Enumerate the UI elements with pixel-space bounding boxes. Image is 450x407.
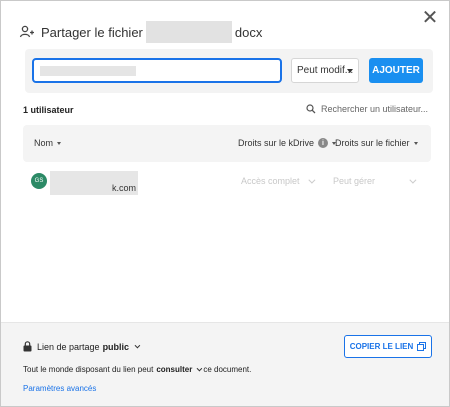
- title-prefix: Partager le fichier: [41, 24, 143, 40]
- desc-suffix: ce document.: [203, 365, 252, 374]
- search-placeholder: Rechercher un utilisateur...: [321, 104, 429, 114]
- role-select-value: Peut modif...: [297, 65, 354, 76]
- role-select[interactable]: Peut modif...: [291, 58, 359, 83]
- chevron-down-icon: [134, 342, 141, 348]
- col-file-label: Droits sur le fichier: [335, 138, 410, 148]
- close-icon[interactable]: ✕: [420, 8, 440, 28]
- copy-icon: [417, 342, 427, 351]
- chevron-down-icon: [409, 176, 417, 184]
- link-mode-selector[interactable]: Lien de partage public: [23, 341, 141, 352]
- chevron-down-icon: [196, 365, 203, 371]
- link-mode-value: public: [102, 341, 130, 352]
- user-email-suffix: k.com: [112, 183, 137, 193]
- avatar: GS: [31, 173, 47, 189]
- file-rights-value: Peut gérer: [333, 176, 376, 186]
- file-rights-select[interactable]: Peut gérer: [333, 176, 417, 186]
- table-header: Nom Droits sur le kDrive i Droits sur le…: [23, 125, 431, 162]
- kdrive-rights-value: Accès complet: [241, 176, 300, 186]
- users-share-icon: [19, 25, 34, 38]
- add-button[interactable]: AJOUTER: [369, 58, 423, 83]
- table-row: GS k.com Accès complet Peut gérer: [23, 168, 431, 198]
- lock-icon: [23, 341, 32, 352]
- link-label: Lien de partage: [37, 341, 100, 352]
- add-user-bar: Peut modif... AJOUTER: [25, 49, 433, 93]
- col-kdrive-label: Droits sur le kDrive: [238, 138, 315, 148]
- redacted-filename: [145, 21, 232, 43]
- access-level-select[interactable]: consulter: [156, 365, 192, 374]
- link-description: Tout le monde disposant du lien peut con…: [23, 365, 251, 374]
- info-icon[interactable]: i: [318, 138, 329, 148]
- user-search[interactable]: Rechercher un utilisateur...: [306, 104, 428, 114]
- share-dialog: ✕ Partager le fichier docx Peut modif...…: [0, 0, 450, 407]
- col-name-label: Nom: [34, 138, 54, 148]
- title-suffix: docx: [234, 24, 263, 40]
- sort-caret-icon: [57, 141, 62, 145]
- advanced-settings-link[interactable]: Paramètres avancés: [23, 384, 96, 393]
- add-user-input[interactable]: [32, 58, 282, 83]
- sort-caret-icon: [413, 141, 418, 145]
- col-file-header[interactable]: Droits sur le fichier: [335, 138, 418, 148]
- kdrive-rights-select[interactable]: Accès complet: [241, 176, 315, 186]
- copy-link-button[interactable]: COPIER LE LIEN: [344, 335, 432, 358]
- col-kdrive-header[interactable]: Droits sur le kDrive i: [238, 138, 337, 148]
- redacted-input-text: [40, 66, 136, 76]
- users-count: 1 utilisateur: [23, 105, 74, 115]
- chevron-down-icon: [307, 176, 315, 184]
- copy-link-label: COPIER LE LIEN: [349, 342, 414, 351]
- caret-down-icon: [347, 69, 353, 73]
- dialog-title: Partager le fichier docx: [19, 21, 262, 43]
- share-link-footer: Lien de partage public COPIER LE LIEN To…: [1, 322, 449, 406]
- search-icon: [306, 104, 316, 114]
- col-name-header[interactable]: Nom: [34, 138, 62, 148]
- desc-prefix: Tout le monde disposant du lien peut: [23, 365, 154, 374]
